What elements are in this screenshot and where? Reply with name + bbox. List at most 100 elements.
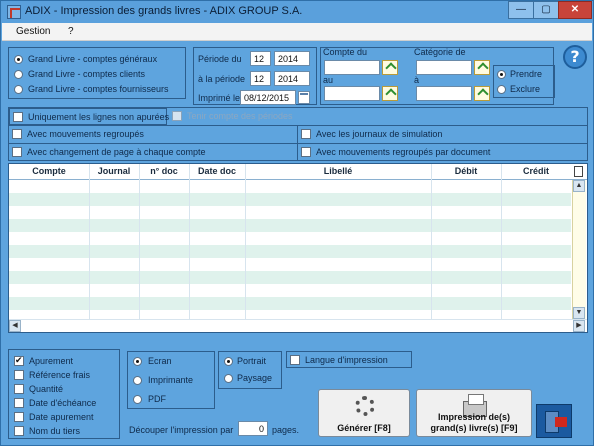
- col-compte[interactable]: Compte: [9, 166, 89, 176]
- col-credit[interactable]: Crédit: [501, 166, 571, 176]
- help-icon[interactable]: ?: [563, 45, 587, 69]
- category-from-label: Catégorie de: [414, 47, 466, 57]
- filters-divider-1: [9, 125, 587, 126]
- table-row[interactable]: [9, 297, 571, 310]
- keep-periods-checkbox[interactable]: [172, 111, 182, 121]
- grouped-by-document-checkbox[interactable]: [301, 147, 311, 157]
- category-to-lookup-icon[interactable]: [474, 86, 490, 101]
- grid-col-divider: [501, 164, 502, 332]
- menu-help[interactable]: ?: [68, 26, 74, 37]
- ledger-grid[interactable]: Compte Journal n° doc Date doc Libellé D…: [8, 163, 588, 333]
- language-checkbox[interactable]: [290, 355, 300, 365]
- col-doc-number[interactable]: n° doc: [139, 166, 189, 176]
- radio-output-printer[interactable]: [133, 376, 142, 385]
- grid-col-divider: [89, 164, 90, 332]
- option-apurement-date-checkbox[interactable]: [14, 412, 24, 422]
- option-quantity-label: Quantité: [29, 384, 64, 394]
- portrait-label: Portrait: [237, 356, 267, 366]
- category-to-label: à: [414, 75, 420, 85]
- scroll-down-icon[interactable]: ▼: [573, 307, 585, 319]
- window-title: ADIX - Impression des grands livres - AD…: [25, 5, 303, 17]
- printed-date-input[interactable]: 08/12/2015: [240, 90, 296, 105]
- option-apurement-checkbox[interactable]: [14, 355, 24, 366]
- radio-general-accounts[interactable]: [14, 55, 23, 64]
- grid-vertical-scrollbar[interactable]: ▲ ▼: [572, 180, 586, 320]
- grouped-moves-checkbox[interactable]: [12, 129, 22, 139]
- radio-portrait[interactable]: [224, 357, 233, 366]
- category-from-lookup-icon[interactable]: [474, 60, 490, 75]
- table-row[interactable]: [9, 180, 571, 193]
- page-per-account-checkbox[interactable]: [12, 147, 22, 157]
- period-from-month-input[interactable]: 12: [250, 51, 271, 66]
- radio-supplier-accounts[interactable]: [14, 85, 23, 94]
- scroll-left-icon[interactable]: ◀: [9, 320, 21, 332]
- unpaid-only-box: Uniquement les lignes non apurées: [9, 108, 169, 125]
- table-row[interactable]: [9, 284, 571, 297]
- table-row[interactable]: [9, 271, 571, 284]
- radio-include[interactable]: [497, 70, 506, 79]
- generate-button-label: Générer [F8]: [337, 423, 391, 433]
- account-to-lookup-icon[interactable]: [382, 86, 398, 101]
- calendar-icon[interactable]: [298, 91, 310, 104]
- col-journal[interactable]: Journal: [89, 166, 139, 176]
- trash-icon[interactable]: [574, 166, 583, 177]
- generate-button[interactable]: Générer [F8]: [318, 389, 410, 437]
- table-row[interactable]: [9, 219, 571, 232]
- split-pages-input[interactable]: 0: [238, 421, 268, 436]
- category-to-input[interactable]: [416, 86, 472, 101]
- scroll-up-icon[interactable]: ▲: [573, 180, 585, 192]
- col-label[interactable]: Libellé: [245, 166, 431, 176]
- simulation-journals-checkbox[interactable]: [301, 129, 311, 139]
- language-label: Langue d'impression: [305, 355, 388, 365]
- minimize-button[interactable]: —: [508, 1, 534, 19]
- table-row[interactable]: [9, 232, 571, 245]
- close-button[interactable]: ✕: [558, 1, 592, 19]
- split-label-after: pages.: [272, 425, 300, 435]
- table-row[interactable]: [9, 206, 571, 219]
- option-third-party-checkbox[interactable]: [14, 426, 24, 436]
- option-ref-frais-label: Référence frais: [29, 370, 91, 380]
- table-row[interactable]: [9, 193, 571, 206]
- exit-arrow-icon: [555, 417, 567, 427]
- grid-col-divider: [431, 164, 432, 332]
- print-ledgers-button[interactable]: Impression de(s) grand(s) livre(s) [F9]: [416, 389, 532, 437]
- unpaid-only-checkbox[interactable]: [13, 112, 23, 122]
- radio-exclude[interactable]: [497, 85, 506, 94]
- col-doc-date[interactable]: Date doc: [189, 166, 245, 176]
- option-quantity-checkbox[interactable]: [14, 384, 24, 394]
- split-label-before: Découper l'impression par: [129, 425, 234, 435]
- scroll-right-icon[interactable]: ▶: [573, 320, 585, 332]
- exit-button[interactable]: [536, 404, 572, 438]
- menu-bar: Gestion ?: [2, 23, 592, 41]
- table-row[interactable]: [9, 258, 571, 271]
- app-icon: [7, 5, 21, 19]
- include-exclude-group: Prendre Exclure: [493, 65, 555, 98]
- period-from-label: Période du: [198, 54, 242, 64]
- account-from-input[interactable]: [324, 60, 380, 75]
- print-button-line1: Impression de(s): [437, 412, 511, 422]
- menu-gestion[interactable]: Gestion: [16, 26, 50, 37]
- account-to-input[interactable]: [324, 86, 380, 101]
- radio-output-pdf[interactable]: [133, 395, 142, 404]
- ledger-client-label: Grand Livre - comptes clients: [28, 69, 146, 79]
- category-from-input[interactable]: [416, 60, 472, 75]
- ledger-type-group: Grand Livre - comptes généraux Grand Liv…: [8, 47, 186, 99]
- period-to-year-input[interactable]: 2014: [274, 71, 310, 86]
- radio-output-screen[interactable]: [133, 357, 142, 366]
- radio-landscape[interactable]: [224, 374, 233, 383]
- option-due-date-checkbox[interactable]: [14, 398, 24, 408]
- output-pdf-label: PDF: [148, 394, 166, 404]
- grid-col-divider: [189, 164, 190, 332]
- option-due-date-label: Date d'échéance: [29, 398, 97, 408]
- radio-client-accounts[interactable]: [14, 70, 23, 79]
- period-to-month-input[interactable]: 12: [250, 71, 271, 86]
- account-from-lookup-icon[interactable]: [382, 60, 398, 75]
- col-debit[interactable]: Débit: [431, 166, 501, 176]
- option-ref-frais-checkbox[interactable]: [14, 370, 24, 380]
- period-from-year-input[interactable]: 2014: [274, 51, 310, 66]
- maximize-button[interactable]: ▢: [533, 1, 559, 19]
- table-row[interactable]: [9, 245, 571, 258]
- print-button-line2: grand(s) livre(s) [F9]: [430, 423, 518, 433]
- grid-horizontal-scrollbar[interactable]: ◀ ▶: [9, 319, 587, 332]
- ledger-supplier-label: Grand Livre - comptes fournisseurs: [28, 84, 169, 94]
